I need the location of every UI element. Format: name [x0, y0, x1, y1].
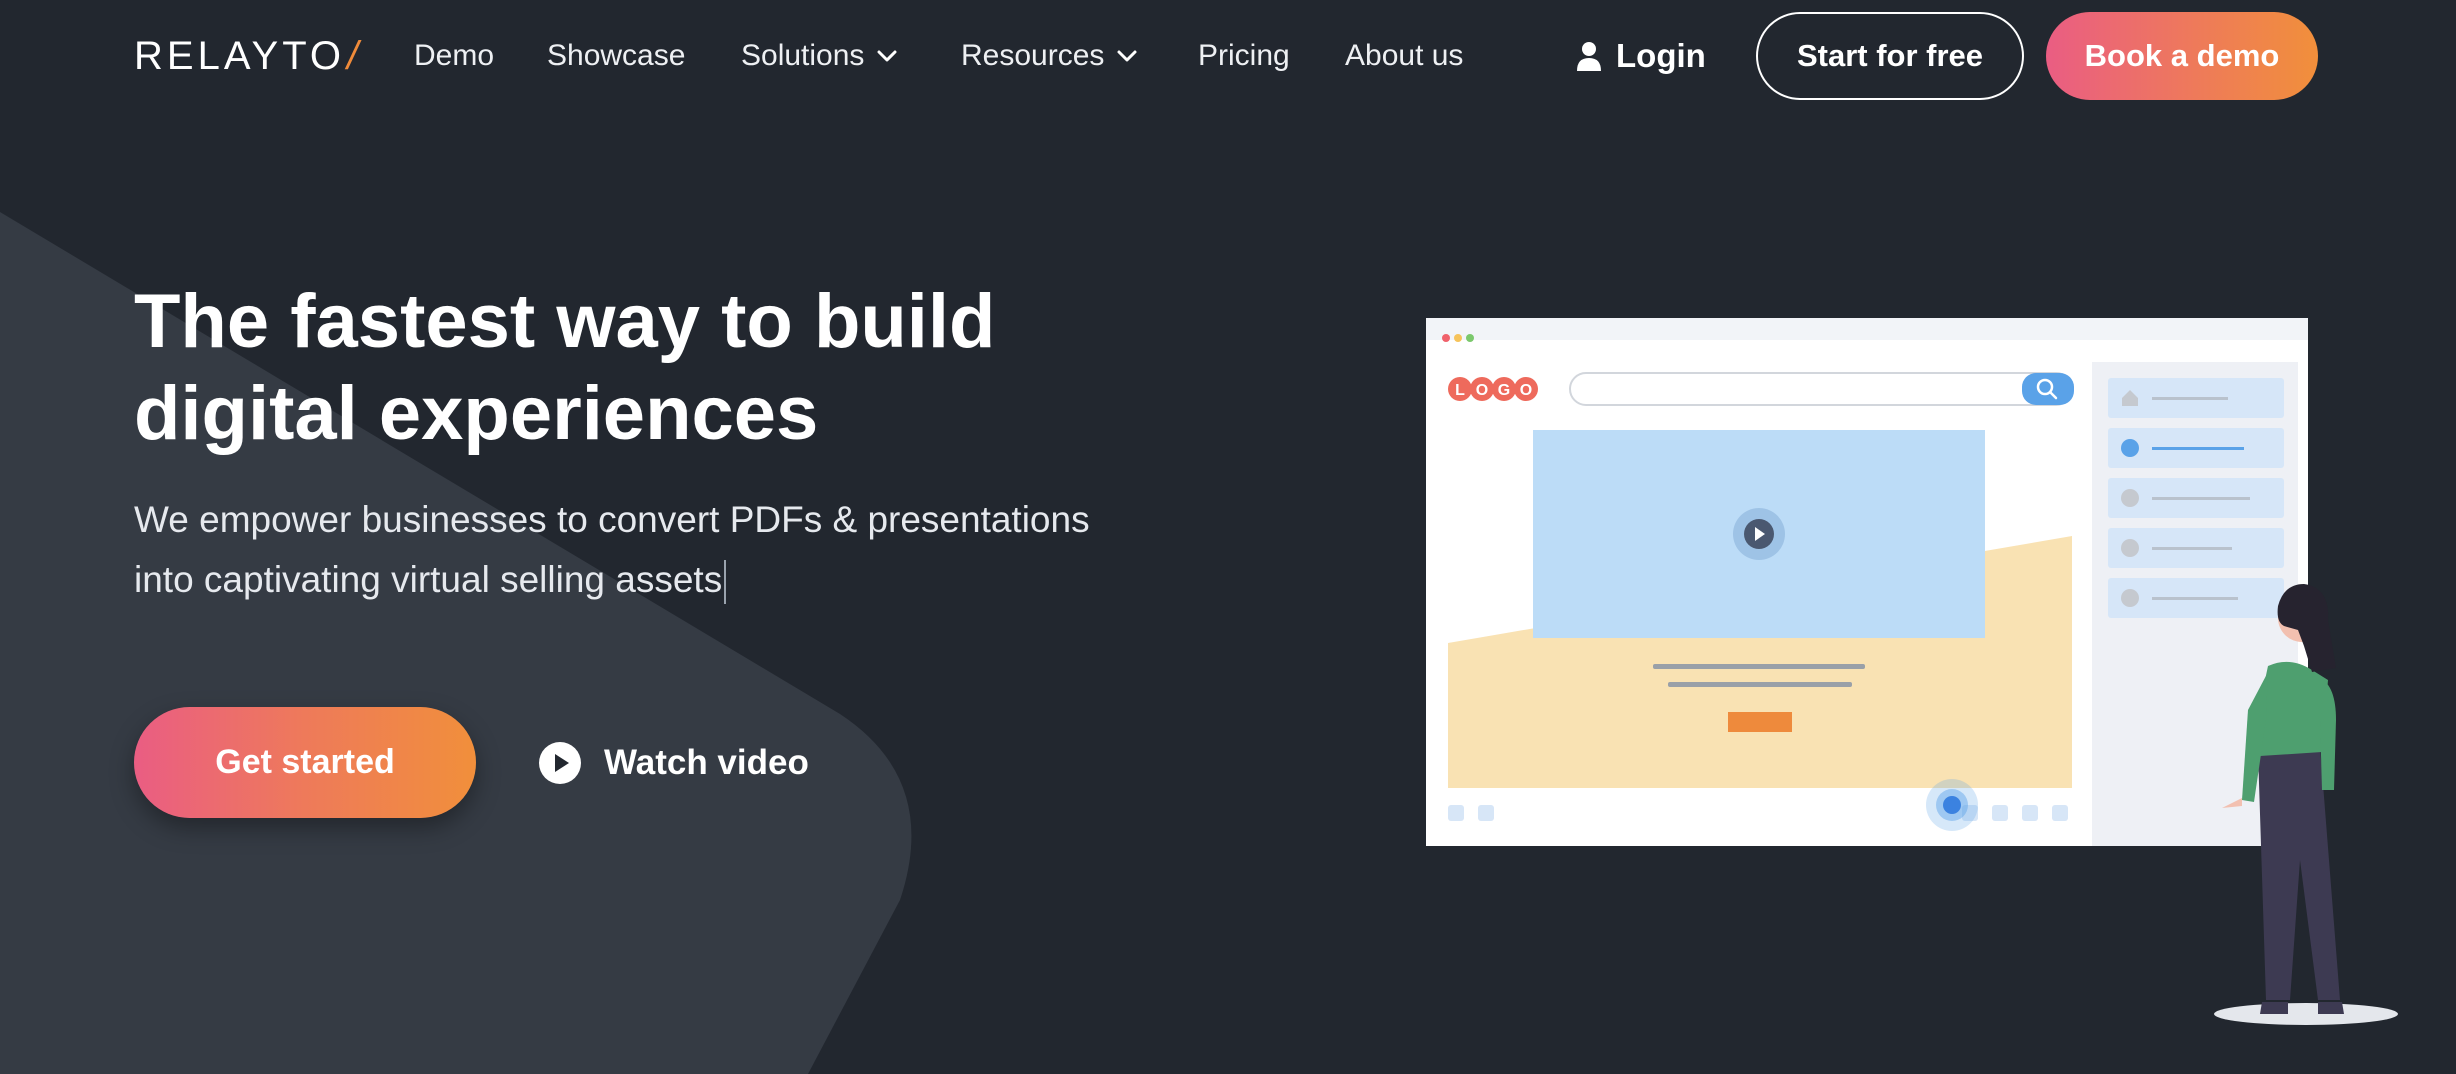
- nav-link-pricing[interactable]: Pricing: [1198, 34, 1290, 78]
- video-player: [1533, 430, 1985, 638]
- nav-link-demo[interactable]: Demo: [414, 34, 494, 78]
- nav-link-solutions[interactable]: Solutions: [741, 34, 898, 78]
- illustration-svg: L O G O: [1426, 318, 2398, 1025]
- hero-title-line-2: digital experiences: [134, 371, 819, 456]
- watch-video-label: Watch video: [604, 743, 809, 782]
- nav-link-about[interactable]: About us: [1345, 34, 1463, 78]
- nav-link-label: Pricing: [1198, 39, 1290, 72]
- start-for-free-label: Start for free: [1796, 38, 1984, 73]
- nav-link-label: Demo: [414, 39, 495, 72]
- hero-subtitle-line-2: into captivating virtual selling assets: [134, 559, 723, 600]
- play-icon: [539, 742, 581, 784]
- illustration-search-bar: [1569, 372, 2074, 406]
- top-navigation: RELAYTO / Demo Showcase Solutions Resourc…: [0, 0, 2456, 112]
- chevron-down-icon: [877, 50, 897, 62]
- nav-link-resources[interactable]: Resources: [961, 34, 1138, 78]
- hero-subtitle-line-1: We empower businesses to convert PDFs & …: [134, 499, 1090, 540]
- nav-link-label: About us: [1345, 39, 1464, 72]
- login-link[interactable]: Login: [1576, 30, 1706, 82]
- nav-link-label: Showcase: [547, 39, 686, 72]
- brand-logo[interactable]: RELAYTO /: [134, 34, 362, 78]
- logo-letter: O: [1520, 382, 1532, 399]
- typing-caret: [724, 560, 727, 605]
- brand-name: RELAYTO: [134, 33, 346, 78]
- login-label: Login: [1616, 37, 1706, 74]
- start-for-free-button[interactable]: Start for free: [1756, 12, 2024, 100]
- book-demo-button[interactable]: Book a demo: [2046, 12, 2318, 100]
- get-started-button[interactable]: Get started: [134, 707, 476, 818]
- get-started-label: Get started: [215, 743, 395, 781]
- hero-title: The fastest way to build digital experie…: [134, 276, 1234, 460]
- nav-link-label: Resources: [961, 39, 1105, 72]
- brand-slash: /: [347, 33, 363, 78]
- logo-letter: L: [1455, 382, 1465, 399]
- chevron-down-icon: [1117, 50, 1137, 62]
- user-icon: [1577, 42, 1601, 71]
- hero-title-line-1: The fastest way to build: [134, 279, 996, 364]
- book-demo-label: Book a demo: [2084, 38, 2280, 73]
- nav-link-label: Solutions: [741, 39, 865, 72]
- illustration-button: [1728, 712, 1792, 732]
- text-line: [1653, 664, 1865, 669]
- text-line: [1668, 682, 1852, 687]
- hero-subtitle: We empower businesses to convert PDFs & …: [134, 490, 1254, 610]
- hero-illustration: L O G O: [1400, 300, 2450, 1040]
- nav-link-showcase[interactable]: Showcase: [547, 34, 685, 78]
- logo-letter: G: [1498, 382, 1510, 399]
- watch-video-button[interactable]: Watch video: [538, 738, 809, 788]
- logo-letter: O: [1476, 382, 1488, 399]
